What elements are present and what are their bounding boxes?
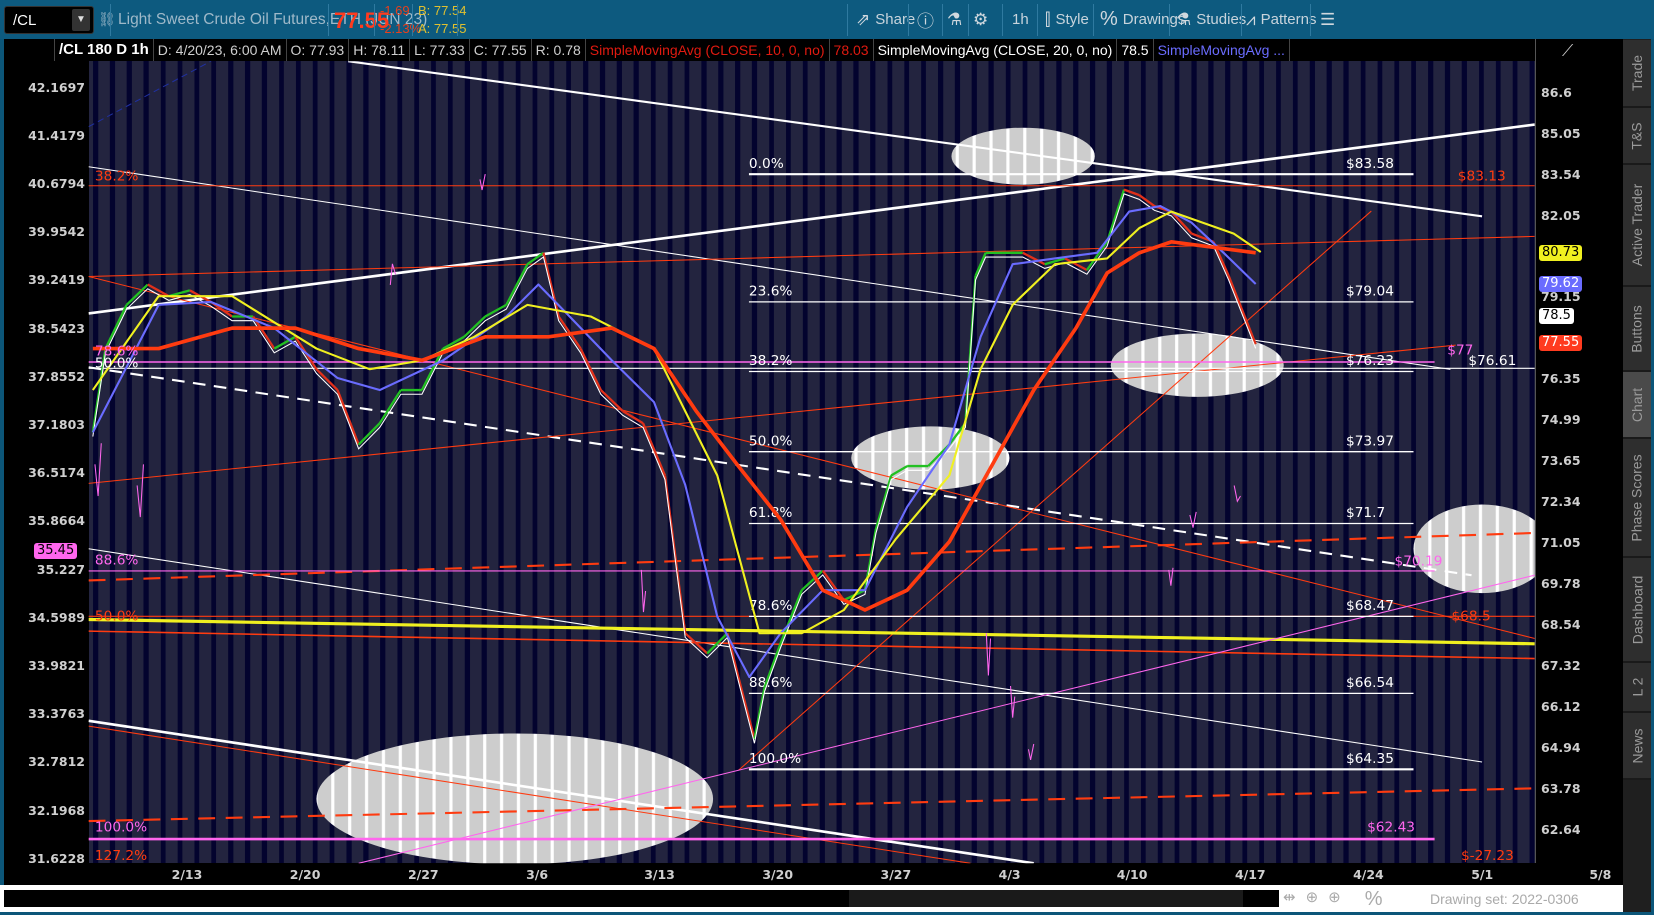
scrollbar-thumb[interactable]	[849, 890, 1243, 907]
side-tab-label: Dashboard	[1629, 575, 1645, 644]
side-tab-label: Chart	[1629, 387, 1646, 422]
annotation-label: 38.2%	[95, 168, 139, 184]
side-tab-dashboard[interactable]: Dashboard	[1623, 558, 1651, 663]
price-series	[91, 188, 1262, 744]
side-tab-news[interactable]: News	[1623, 713, 1651, 780]
trendline[interactable]	[88, 366, 1472, 577]
fib-percent-label: 50.0%	[749, 433, 793, 449]
study-spike	[985, 633, 992, 676]
study-spike	[1233, 485, 1241, 503]
side-tab-l-2[interactable]: L 2	[1623, 663, 1651, 713]
trendline[interactable]	[88, 548, 1483, 763]
price-segment	[542, 252, 560, 317]
side-tab-chart[interactable]: Chart	[1623, 372, 1651, 439]
trendline[interactable]	[88, 123, 1535, 315]
percent-scale-toggle[interactable]: %	[1365, 888, 1383, 911]
study-spike	[479, 174, 486, 191]
side-tab-t-s[interactable]: T&S	[1623, 108, 1651, 165]
study-spike	[136, 464, 144, 518]
trendline[interactable]	[88, 61, 212, 128]
fib-percent-label: 23.6%	[749, 283, 793, 299]
highlight-ellipse[interactable]	[316, 733, 714, 864]
annotation-label: $68.5	[1451, 609, 1490, 625]
annotation-label: $-27.23	[1461, 848, 1514, 864]
sma-blue-line[interactable]	[91, 205, 1257, 679]
annotation-label: 127.2%	[95, 848, 147, 864]
side-tab-buttons[interactable]: Buttons	[1623, 287, 1651, 372]
fib-price-label: $71.7	[1346, 505, 1385, 521]
price-segment	[1106, 189, 1126, 243]
annotation-label: 50.0%	[95, 355, 139, 371]
pan-icon[interactable]: ⇹	[1283, 888, 1296, 911]
annotation-label: $76.61	[1468, 353, 1516, 369]
chart-canvas: 0.0% $83.58 23.6% $79.04 38.2% $76.23 50.0% $73…	[88, 61, 1550, 864]
trendlines	[88, 61, 1535, 864]
side-tab-label: Phase Scores	[1629, 453, 1646, 542]
price-segment	[579, 348, 602, 391]
fib-price-label: $68.47	[1346, 598, 1394, 614]
price-segment	[1085, 241, 1109, 271]
price-segment	[641, 422, 667, 476]
fib-percent-label: 100.0%	[749, 751, 801, 767]
study-spike	[640, 569, 647, 613]
fib-price-label: $73.97	[1346, 433, 1394, 449]
fibonacci-retracement[interactable]: 0.0% $83.58 23.6% $79.04 38.2% $76.23 50.0% $73…	[748, 156, 1414, 771]
sma-white-line[interactable]	[92, 193, 1257, 744]
trendline[interactable]	[738, 210, 1372, 771]
fib-percent-label: 0.0%	[749, 156, 784, 172]
footer-tools: ⇹ ⊕ ⊕ %	[1283, 888, 1383, 911]
fib-price-label: $83.58	[1346, 156, 1394, 172]
study-spike	[1027, 743, 1035, 760]
crosshair-icon[interactable]: ⊕	[1306, 888, 1319, 911]
side-tab-trade[interactable]: Trade	[1623, 40, 1651, 108]
price-segment	[336, 389, 360, 446]
annotation-label: $70.19	[1395, 554, 1443, 570]
drawing-set-selector[interactable]: Drawing set: 2022-0306	[1430, 891, 1579, 907]
study-spike	[1189, 511, 1197, 528]
price-segment	[663, 475, 687, 634]
side-tabs: Trade T&S Active Trader Buttons Chart Phase S…	[1623, 39, 1651, 912]
price-segment	[378, 389, 402, 424]
trendline[interactable]	[88, 630, 1535, 660]
annotation-label: 50.0%	[95, 609, 139, 625]
annotation-label: $62.43	[1367, 820, 1415, 836]
side-tab-label: Active Trader	[1629, 183, 1646, 267]
side-tab-label: L 2	[1628, 677, 1645, 697]
study-spike	[94, 443, 102, 497]
highlight-ellipse[interactable]	[1413, 504, 1550, 594]
annotation-label: $83.13	[1458, 168, 1506, 184]
trendline[interactable]	[88, 787, 1535, 823]
price-segment	[1227, 275, 1246, 317]
zoom-icon[interactable]: ⊕	[1328, 888, 1341, 911]
fib-percent-label: 38.2%	[749, 353, 793, 369]
highlight-ellipse[interactable]	[951, 127, 1095, 185]
price-segment	[125, 283, 149, 306]
trendline[interactable]	[358, 574, 1535, 864]
annotation-label: 88.6%	[95, 553, 139, 569]
trendline[interactable]	[347, 61, 1483, 218]
side-tab-label: Trade	[1629, 54, 1645, 92]
price-segment	[357, 422, 381, 446]
price-segment	[753, 687, 766, 740]
side-tab-label: Buttons	[1629, 304, 1646, 353]
side-tab-label: News	[1629, 727, 1646, 764]
annotation-label: 100.0%	[95, 820, 147, 836]
trendline[interactable]	[88, 235, 1535, 278]
fib-percent-label: 78.6%	[749, 598, 793, 614]
side-tab-label: T&S	[1628, 121, 1645, 150]
fib-price-label: $79.04	[1346, 283, 1394, 299]
fib-price-label: $76.23	[1346, 353, 1394, 369]
price-segment	[315, 368, 339, 391]
fib-price-label: $66.54	[1346, 675, 1394, 691]
fib-percent-label: 88.6%	[749, 675, 793, 691]
side-tab-phase-scores[interactable]: Phase Scores	[1623, 439, 1651, 558]
side-tab-active-trader[interactable]: Active Trader	[1623, 165, 1651, 287]
fib-price-label: $64.35	[1346, 751, 1394, 767]
price-segment	[974, 252, 987, 277]
trendline[interactable]	[88, 617, 1535, 646]
